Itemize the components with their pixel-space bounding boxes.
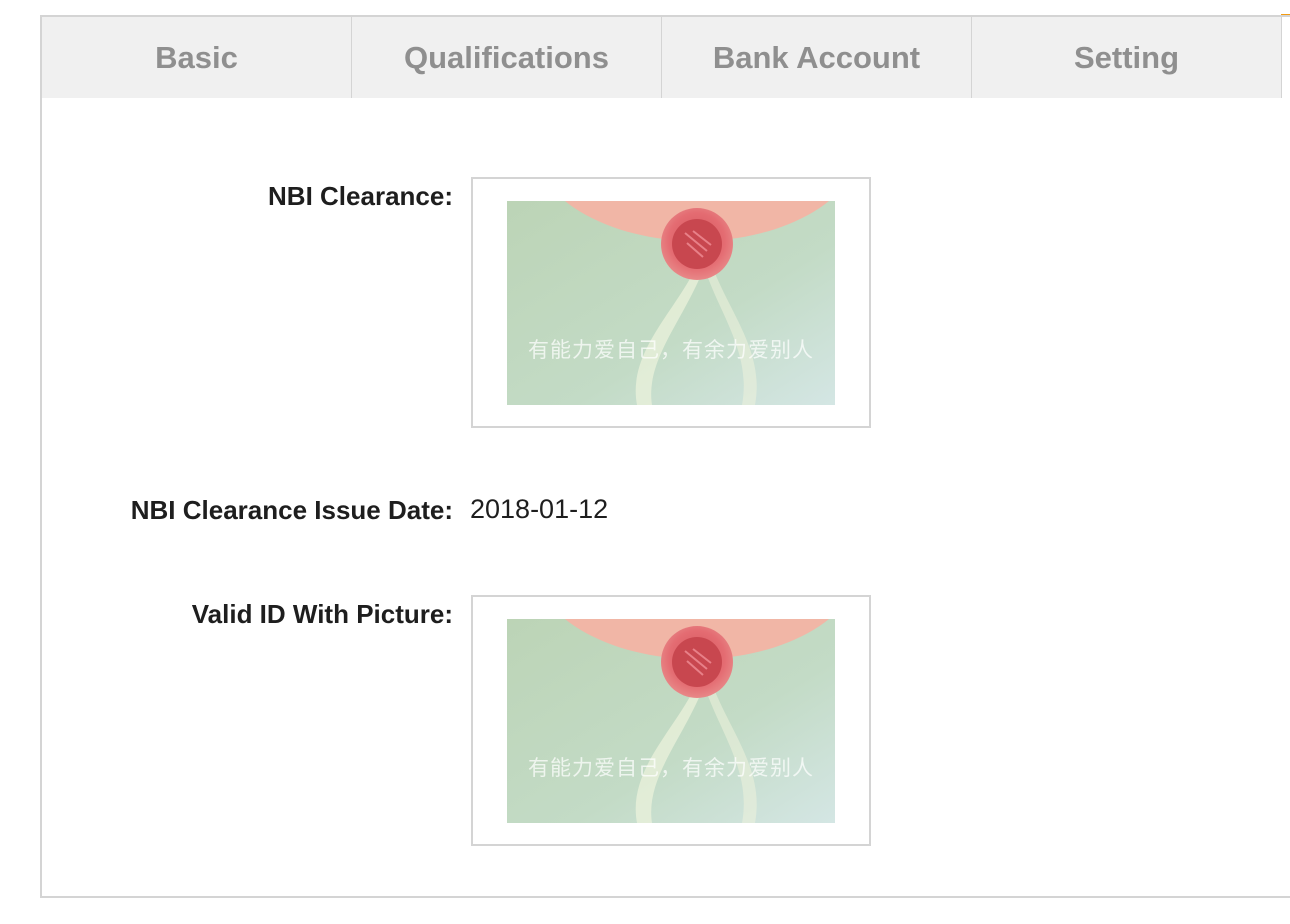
tab-setting[interactable]: Setting <box>972 17 1282 98</box>
valid-id-photo: 有能力爱自己，有余力爱别人 <box>507 619 835 823</box>
valid-id-image[interactable]: 有能力爱自己，有余力爱别人 <box>471 595 871 846</box>
nbi-clearance-image-caption: 有能力爱自己，有余力爱别人 <box>528 338 814 362</box>
nbi-issue-date-label: NBI Clearance Issue Date: <box>130 495 453 525</box>
nbi-issue-date-value: 2018-01-12 <box>470 494 609 524</box>
tab-basic-label: Basic <box>155 39 238 75</box>
valid-id-row: Valid ID With Picture: 有能力爱自己，有余力爱别人 <box>42 595 1290 855</box>
nbi-clearance-image[interactable]: 有能力爱自己，有余力爱别人 <box>471 177 871 428</box>
tab-bar: Basic Qualifications Bank Account Settin… <box>42 17 1282 98</box>
nbi-clearance-photo: 有能力爱自己，有余力爱别人 <box>507 201 835 405</box>
nbi-clearance-label: NBI Clearance: <box>268 181 453 211</box>
tab-setting-label: Setting <box>1073 39 1180 75</box>
tab-bank-account[interactable]: Bank Account <box>662 17 972 98</box>
tab-bank-account-label: Bank Account <box>712 39 921 75</box>
tab-qualifications-label: Qualifications <box>404 39 609 75</box>
valid-id-image-caption: 有能力爱自己，有余力爱别人 <box>528 756 814 780</box>
nbi-clearance-row: NBI Clearance: 有能力爱自己，有余力爱别人 <box>42 177 1290 437</box>
valid-id-label: Valid ID With Picture: <box>191 599 453 629</box>
nbi-issue-date-row: NBI Clearance Issue Date: 2018-01-12 <box>42 491 1290 531</box>
tab-basic[interactable]: Basic <box>42 17 352 98</box>
tab-qualifications[interactable]: Qualifications <box>352 17 662 98</box>
profile-panel: Basic Qualifications Bank Account Settin… <box>40 15 1290 898</box>
